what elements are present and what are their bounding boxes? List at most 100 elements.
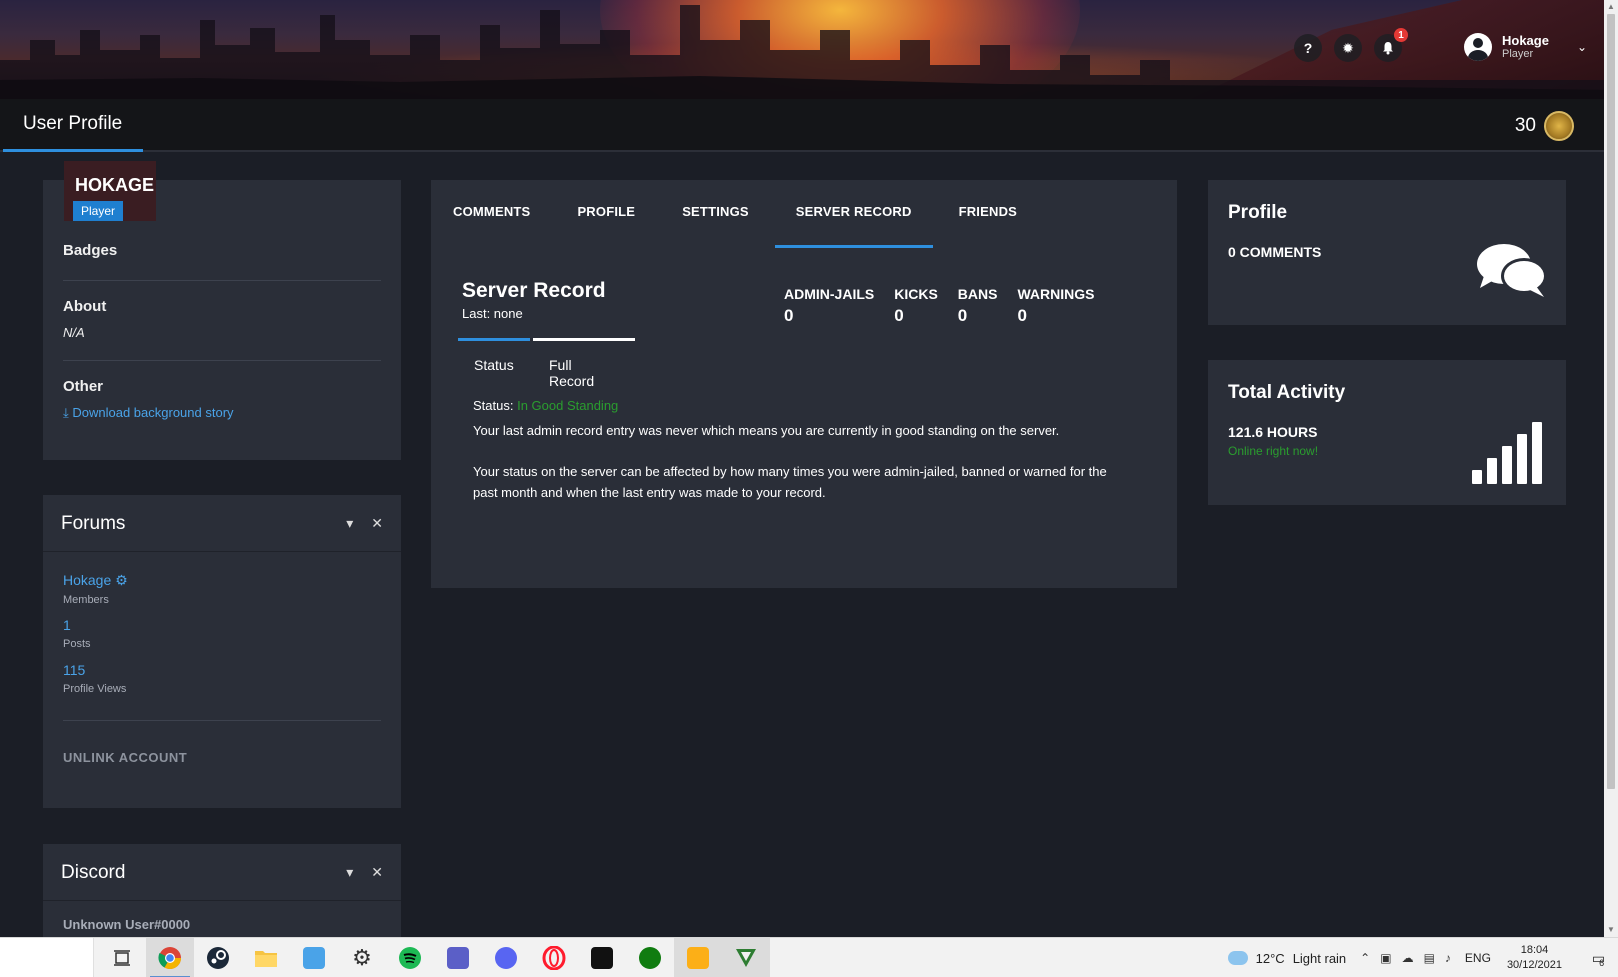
record-subtabs: Status Full Record [458, 338, 638, 389]
stat-value: 0 [894, 306, 904, 325]
opera-icon [542, 946, 566, 970]
help-button[interactable]: ? [1294, 34, 1322, 62]
xbox-app[interactable] [626, 938, 674, 977]
divider [63, 720, 381, 721]
notifications-button[interactable]: 1 [1374, 28, 1408, 62]
clock[interactable]: 18:04 30/12/2021 [1507, 943, 1562, 973]
taskbar-search-box[interactable] [0, 938, 94, 977]
tab-settings[interactable]: SETTINGS [682, 180, 749, 248]
divider [63, 280, 381, 281]
tray-icons: ⌃ ▣ ☁ ▤ ♪ [1360, 951, 1451, 965]
stat-label: KICKS [894, 286, 938, 302]
volume-icon[interactable]: ♪ [1445, 951, 1451, 965]
activity-hours: 121.6 HOURS [1228, 424, 1318, 440]
file-explorer-app[interactable] [242, 938, 290, 977]
collapse-caret-icon[interactable]: ▾ [346, 515, 353, 532]
activity-card: Total Activity 121.6 HOURS Online right … [1208, 360, 1566, 505]
discord-header: Discord ▾ ✕ [43, 844, 401, 901]
comments-icon [1477, 244, 1547, 297]
download-link-label: Download background story [72, 405, 234, 420]
coin-icon [1544, 111, 1574, 141]
steam-icon [207, 947, 229, 969]
forum-posts-item: 1 Posts [63, 617, 91, 650]
opera-app[interactable] [530, 938, 578, 977]
tab-friends[interactable]: FRIENDS [959, 180, 1017, 248]
forums-card: Forums ▾ ✕ Hokage ⚙ Members 1 Posts 115 … [43, 495, 401, 808]
close-icon[interactable]: ✕ [371, 864, 383, 881]
forum-user-link[interactable]: Hokage ⚙ [63, 572, 128, 589]
task-view-button[interactable] [98, 938, 146, 977]
clock-time: 18:04 [1520, 944, 1549, 956]
forum-posts-label: Posts [63, 638, 91, 650]
about-card: HOKAGE Player Badges About N/A Other ⤓ D… [43, 161, 401, 460]
tab-comments[interactable]: COMMENTS [453, 180, 530, 248]
page-title[interactable]: User Profile [3, 99, 143, 152]
system-tray: 12°C Light rain ⌃ ▣ ☁ ▤ ♪ ENG 18:04 30/1… [1227, 938, 1618, 977]
onedrive-icon[interactable]: ☁ [1402, 951, 1414, 965]
meet-icon[interactable]: ▣ [1380, 951, 1391, 965]
subtab-status[interactable]: Status [458, 338, 530, 380]
chrome-app[interactable] [146, 938, 194, 977]
discord-app[interactable] [482, 938, 530, 977]
chevron-up-icon[interactable]: ⌃ [1360, 951, 1370, 965]
page-header: User Profile 30 [0, 99, 1604, 152]
input-language[interactable]: ENG [1465, 951, 1491, 965]
clock-date: 30/12/2021 [1506, 959, 1562, 971]
spotify-icon [399, 947, 421, 969]
rockstar-launcher-app[interactable] [674, 938, 722, 977]
close-icon[interactable]: ✕ [371, 515, 383, 532]
stat-warnings: WARNINGS 0 [1017, 286, 1094, 326]
notification-badge: 1 [1394, 28, 1408, 42]
action-center-count: 6 [1599, 958, 1605, 968]
stat-value: 0 [784, 306, 794, 325]
badges-title: Badges [63, 242, 118, 259]
status-label: Status: [473, 398, 514, 413]
record-stats: ADMIN-JAILS 0 KICKS 0 BANS 0 WARNINGS 0 [784, 286, 1114, 326]
gta-v-icon [736, 949, 756, 967]
spotify-app[interactable] [386, 938, 434, 977]
server-record-title: Server Record [462, 279, 606, 302]
download-story-link[interactable]: ⤓ Download background story [63, 405, 381, 421]
about-title: About [63, 298, 107, 315]
collapse-caret-icon[interactable]: ▾ [346, 864, 353, 881]
steam-app[interactable] [194, 938, 242, 977]
weather-widget[interactable]: 12°C Light rain [1227, 951, 1346, 966]
user-role: Player [1502, 48, 1534, 60]
forum-views-value[interactable]: 115 [63, 662, 126, 678]
teams-app[interactable] [434, 938, 482, 977]
forum-user-item: Hokage ⚙ Members [63, 572, 128, 606]
scrollbar-thumb[interactable] [1607, 14, 1615, 789]
signal-bars-icon [1472, 422, 1542, 484]
action-center-button[interactable]: ▭ 6 [1578, 938, 1618, 977]
scroll-down-icon[interactable]: ▼ [1604, 923, 1618, 937]
stat-label: WARNINGS [1017, 286, 1095, 302]
forums-header: Forums ▾ ✕ [43, 495, 401, 552]
scroll-up-icon[interactable]: ▲ [1604, 0, 1618, 14]
teams-icon [447, 947, 469, 969]
about-section: About N/A [63, 298, 381, 340]
gta-app[interactable] [722, 938, 770, 977]
page-scrollbar[interactable]: ▲ ▼ [1604, 0, 1618, 937]
profile-name-tag: HOKAGE Player [64, 161, 156, 221]
user-menu[interactable]: Hokage Player ⌄ [1464, 33, 1587, 61]
discord-card: Discord ▾ ✕ Unknown User#0000 [43, 844, 401, 937]
rockstar-icon [591, 947, 613, 969]
stat-label: BANS [957, 286, 998, 302]
rockstar-app[interactable] [578, 938, 626, 977]
status-value: In Good Standing [517, 398, 619, 413]
stat-bans: BANS 0 [958, 286, 998, 326]
task-view-icon [114, 950, 130, 966]
settings-app[interactable]: ⚙ [338, 938, 386, 977]
unlink-account-button[interactable]: UNLINK ACCOUNT [63, 750, 187, 765]
theme-button[interactable]: ✹ [1334, 34, 1362, 62]
subtab-full-record[interactable]: Full Record [533, 338, 635, 389]
tab-server-record[interactable]: SERVER RECORD [774, 180, 933, 248]
bell-icon [1383, 42, 1393, 55]
photos-app[interactable] [290, 938, 338, 977]
other-title: Other [63, 378, 104, 395]
forum-posts-value[interactable]: 1 [63, 617, 91, 633]
profile-tabs: COMMENTS PROFILE SETTINGS SERVER RECORD … [453, 180, 1064, 248]
tab-profile[interactable]: PROFILE [577, 180, 635, 248]
network-icon[interactable]: ▤ [1424, 951, 1435, 965]
folder-icon [255, 951, 277, 967]
